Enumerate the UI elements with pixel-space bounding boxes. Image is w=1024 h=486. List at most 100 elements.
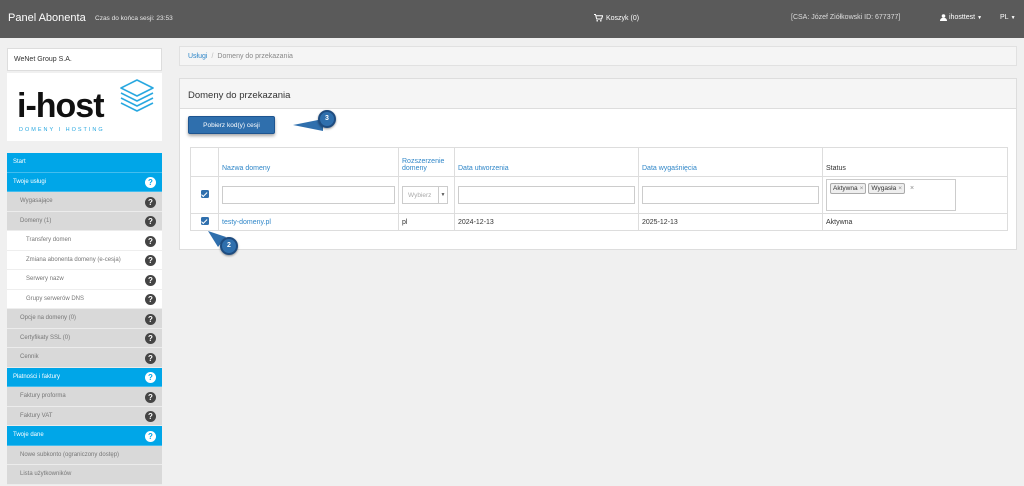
sidebar-item-start[interactable]: Start xyxy=(7,153,162,173)
sidebar-item-lista-użytkowników[interactable]: Lista użytkowników xyxy=(7,465,162,485)
question-circle-icon[interactable]: ? xyxy=(145,372,156,383)
col-created[interactable]: Data utworzenia xyxy=(454,147,639,177)
user-menu[interactable]: ihosttest ▼ xyxy=(940,14,982,21)
col-expires[interactable]: Data wygaśnięcia xyxy=(638,147,823,177)
chevron-down-icon: ▼ xyxy=(977,14,983,21)
domain-link[interactable]: testy-domeny.pl xyxy=(222,219,271,226)
sidebar-item-label: Twoje usługi xyxy=(13,178,47,185)
sidebar-item-wygasające[interactable]: Wygasające? xyxy=(7,192,162,212)
question-circle-icon[interactable]: ? xyxy=(145,177,156,188)
question-circle-icon[interactable]: ? xyxy=(145,333,156,344)
sidebar-item-label: Start xyxy=(13,159,26,166)
select-all-checkbox[interactable] xyxy=(200,190,209,198)
cell-created: 2024-12-13 xyxy=(454,213,639,231)
filter-status-cell: Aktywna × Wygasła × × xyxy=(822,176,1008,214)
question-circle-icon[interactable]: ? xyxy=(145,313,156,325)
tag-remove-icon[interactable]: × xyxy=(898,185,902,192)
sidebar-item-faktury-vat[interactable]: Faktury VAT? xyxy=(7,406,162,426)
sidebar-item-label: Zmiana abonenta domeny (e-cesja) xyxy=(26,256,121,263)
question-circle-icon[interactable]: ? xyxy=(145,274,156,286)
sidebar-item-label: Nowe subkonto (ograniczony dostęp) xyxy=(20,451,120,458)
sidebar-item-label: Certyfikaty SSL (0) xyxy=(20,334,71,341)
session-timer: Czas do końca sesji: 23:53 xyxy=(95,15,173,22)
table-row: testy-domeny.pl pl 2024-12-13 2025-12-13… xyxy=(190,213,1008,231)
status-tag[interactable]: Wygasła × xyxy=(868,183,906,194)
question-circle-icon[interactable]: ? xyxy=(145,411,156,422)
filter-status-multiselect[interactable]: Aktywna × Wygasła × × xyxy=(826,179,956,211)
cart-link[interactable]: Koszyk (0) xyxy=(594,14,639,22)
cell-extension: pl xyxy=(398,213,455,231)
fetch-transfer-codes-button[interactable]: Pobierz kod(y) cesji xyxy=(188,116,275,134)
sidebar-item-label: Lista użytkowników xyxy=(20,471,72,478)
col-status: Status xyxy=(822,147,1008,177)
language-menu[interactable]: PL ▼ xyxy=(1000,14,1016,21)
question-circle-icon[interactable]: ? xyxy=(145,430,156,442)
breadcrumb-link-services[interactable]: Usługi xyxy=(188,53,207,60)
question-circle-icon[interactable]: ? xyxy=(145,294,156,305)
sidebar-item-certyfikaty-ssl-0[interactable]: Certyfikaty SSL (0)? xyxy=(7,328,162,348)
filter-created-cell xyxy=(454,176,639,214)
clear-tags-icon[interactable]: × xyxy=(910,185,914,192)
tag-remove-icon[interactable]: × xyxy=(860,185,864,192)
sidebar-item-faktury-proforma[interactable]: Faktury proforma? xyxy=(7,387,162,407)
header-checkbox-cell xyxy=(190,147,219,177)
question-circle-icon[interactable]: ? xyxy=(145,196,156,208)
sidebar-item-label: Transfery domen xyxy=(26,237,72,244)
filter-extension-placeholder: Wybierz xyxy=(408,191,432,199)
breadcrumb-current: Domeny do przekazania xyxy=(217,53,293,60)
filter-expires-input[interactable] xyxy=(642,186,819,204)
sidebar-item-serwery-nazw[interactable]: Serwery nazw? xyxy=(7,270,162,290)
filter-domain-cell xyxy=(218,176,399,214)
filter-extension-select[interactable]: Wybierz ▼ xyxy=(402,186,448,204)
question-circle-icon[interactable]: ? xyxy=(145,235,156,247)
filter-expires-cell xyxy=(638,176,823,214)
filter-domain-input[interactable] xyxy=(222,186,395,204)
domains-table: Nazwa domeny Rozszerzenie domeny Data ut… xyxy=(190,147,1008,231)
question-circle-icon[interactable]: ? xyxy=(145,352,156,364)
callout-badge-3: 3 xyxy=(318,110,336,128)
sidebar-menu: Start Twoje usługi? Wygasające? Domeny (1)?… xyxy=(7,153,162,485)
csa-info: [CSA: Józef Ziółkowski ID: 677377] xyxy=(791,14,901,21)
company-name: WeNet Group S.A. xyxy=(7,48,162,71)
filter-created-input[interactable] xyxy=(458,186,635,204)
language-label: PL xyxy=(1000,14,1009,21)
app-title[interactable]: Panel Abonenta xyxy=(8,12,86,24)
sidebar-item-transfery-domen[interactable]: Transfery domen? xyxy=(7,231,162,251)
question-circle-icon[interactable]: ? xyxy=(145,255,156,266)
sidebar-item-opcje-na-domeny-0[interactable]: Opcje na domeny (0)? xyxy=(7,309,162,329)
sidebar-item-płatności-i-faktury[interactable]: Płatności i faktury? xyxy=(7,367,162,387)
sidebar-item-twoje-dane[interactable]: Twoje dane? xyxy=(7,426,162,446)
row-checkbox[interactable] xyxy=(200,217,209,225)
logo[interactable]: i-host DOMENY I HOSTING xyxy=(7,73,162,141)
sidebar: WeNet Group S.A. i-host DOMENY I HOSTING… xyxy=(7,48,162,485)
callout-badge-2: 2 xyxy=(220,237,238,255)
logo-subtitle: DOMENY I HOSTING xyxy=(19,127,105,133)
breadcrumb-separator: / xyxy=(211,53,214,60)
stacked-layers-icon xyxy=(120,79,154,112)
sidebar-item-label: Wygasające xyxy=(20,198,53,205)
col-created-label: Data utworzenia xyxy=(458,165,509,172)
sidebar-item-label: Grupy serwerów DNS xyxy=(26,295,85,302)
cart-icon xyxy=(594,14,603,22)
sidebar-item-twoje-usługi[interactable]: Twoje usługi? xyxy=(7,172,162,192)
sidebar-item-nowe-subkonto-ograniczony-dostęp[interactable]: Nowe subkonto (ograniczony dostęp) xyxy=(7,445,162,465)
logo-text: i-host xyxy=(17,87,105,125)
row-checkbox-cell xyxy=(190,213,219,231)
col-domain-name[interactable]: Nazwa domeny xyxy=(218,147,399,177)
question-circle-icon[interactable]: ? xyxy=(145,391,156,403)
col-domain-name-label: Nazwa domeny xyxy=(222,165,271,172)
cell-expires: 2025-12-13 xyxy=(638,213,823,231)
top-navbar: Panel Abonenta Czas do końca sesji: 23:5… xyxy=(0,0,1024,38)
sidebar-item-zmiana-abonenta-domeny-e-cesja[interactable]: Zmiana abonenta domeny (e-cesja)? xyxy=(7,250,162,270)
status-tag[interactable]: Aktywna × xyxy=(830,183,867,194)
sidebar-item-cennik[interactable]: Cennik? xyxy=(7,348,162,368)
chevron-down-icon: ▼ xyxy=(1010,14,1016,21)
col-expires-label: Data wygaśnięcia xyxy=(642,165,697,172)
sidebar-item-domeny-1[interactable]: Domeny (1)? xyxy=(7,211,162,231)
question-circle-icon[interactable]: ? xyxy=(145,216,156,227)
sidebar-item-label: Płatności i faktury xyxy=(13,373,61,380)
sidebar-item-label: Faktury VAT xyxy=(20,412,53,419)
col-extension[interactable]: Rozszerzenie domeny xyxy=(398,147,455,177)
sidebar-item-grupy-serwerów-dns[interactable]: Grupy serwerów DNS? xyxy=(7,289,162,309)
sidebar-item-label: Domeny (1) xyxy=(20,217,52,224)
